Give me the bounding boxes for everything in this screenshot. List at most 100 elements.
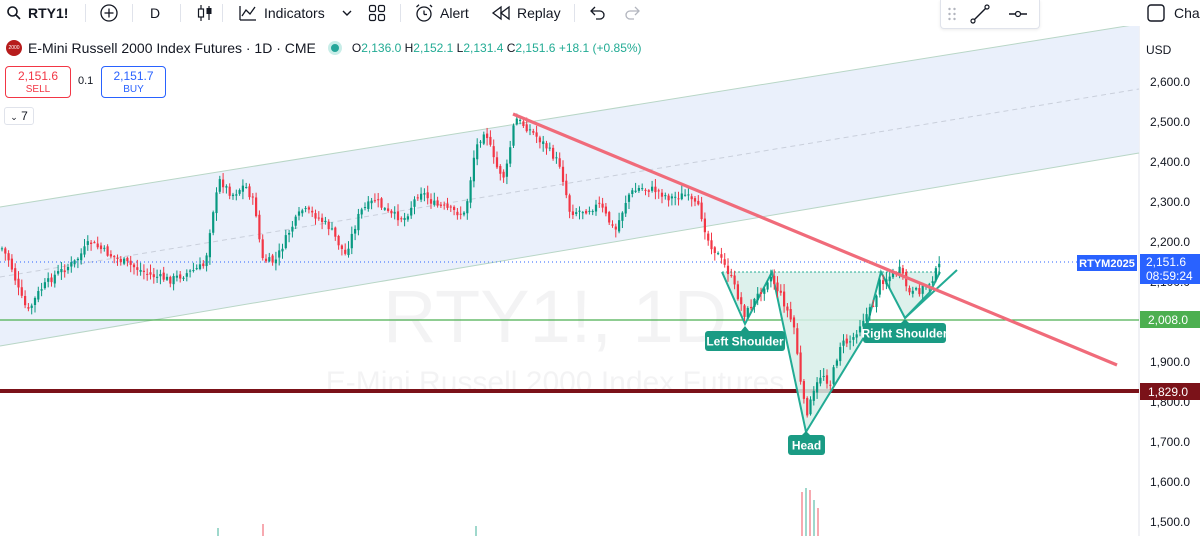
candle-body [228,186,231,196]
price-tick: 1,500.0 [1150,515,1190,529]
candle-body [291,226,294,232]
low-value: 2,131.4 [463,41,504,55]
candle-body [136,267,139,270]
candle-body [746,307,749,318]
candle-body [486,133,489,139]
candle-body [70,262,73,267]
price-chart[interactable]: RTY1!, 1D E-Mini Russell 2000 Index Futu… [0,26,1200,536]
close-value: 2,151.6 [515,41,556,55]
buy-label: BUY [123,84,144,95]
compare-symbol-button[interactable] [99,2,119,24]
candle-body [901,268,904,274]
candle-body [152,274,155,278]
candle-body [707,233,710,241]
candle-body [829,384,832,386]
candle-body [614,226,617,230]
indicators-collapse-toggle[interactable]: ⌄ 7 [4,107,34,125]
candle-body [769,276,772,282]
candle-body [845,338,848,344]
grid-layout-icon [368,4,386,22]
candle-body [690,196,693,200]
indicator-templates-button[interactable] [341,2,353,24]
candle-body [142,270,145,272]
candle-body [172,276,175,285]
price-tick: 2,400.0 [1150,155,1190,169]
candle-body [664,195,667,197]
chart-settings-button[interactable]: Cha [1146,2,1200,24]
buy-button[interactable]: 2,151.7 BUY [101,66,166,98]
ohlc-values: O2,136.0 H2,152.1 L2,131.4 C2,151.6 +18.… [351,41,642,55]
checkbox-icon [1147,4,1165,22]
candle-body [700,202,703,220]
candle-body [687,194,690,196]
candle-body [888,276,891,282]
candle-body [24,295,27,306]
candle-body [697,200,700,205]
candle-body [740,297,743,305]
indicators-button[interactable]: Indicators [238,2,325,24]
redo-button[interactable] [624,2,642,24]
alert-button[interactable]: Alert [414,2,469,24]
currency-label[interactable]: USD [1146,43,1172,57]
candle-body [631,190,634,194]
candle-body [525,124,528,132]
candle-body [789,309,792,320]
market-status-indicator[interactable] [327,41,342,55]
candle-body [915,288,918,290]
candle-body [14,268,17,281]
candle-body [680,193,683,200]
candle-body [674,196,677,198]
candle-body [519,119,522,121]
key-level-tag: 1,829.0 [1140,383,1200,400]
sell-button[interactable]: 2,151.6 SELL [5,66,71,98]
candle-body [796,328,799,354]
symbol-search-button[interactable]: RTY1! [6,2,68,24]
candle-body [766,282,769,290]
candle-body [80,253,83,261]
divider [574,4,575,22]
replay-label: Replay [517,5,561,21]
candle-body [363,207,367,209]
candle-body [773,275,776,285]
price-tick: 2,300.0 [1150,195,1190,209]
candle-body [581,212,584,214]
interval-button[interactable]: D [150,2,160,24]
support-level-tag: 2,008.0 [1140,311,1200,328]
candle-body [182,277,185,279]
replay-button[interactable]: Replay [491,2,561,24]
current-price-symbol: RTYM2025 [1079,258,1135,270]
symbol-title[interactable]: E-Mini Russell 2000 Index Futures · 1D ·… [28,40,316,56]
candle-body [548,147,551,149]
volume-bar [809,490,811,536]
candle-body [390,210,393,214]
candle-body [109,254,112,257]
candle-body [938,263,941,268]
candle-body [618,220,621,232]
candle-body [420,193,423,200]
horizontal-ray-tool-icon[interactable] [1007,3,1029,25]
candle-body [571,211,574,216]
candle-body [261,239,264,259]
candle-body [149,272,152,275]
candle-body [865,314,868,322]
price-tick: 1,900.0 [1150,355,1190,369]
layouts-button[interactable] [368,2,386,24]
price-tick: 1,700.0 [1150,435,1190,449]
candle-body [651,186,654,191]
candle-body [786,306,789,311]
candle-body [83,246,86,255]
candle-body [251,196,254,198]
candle-body [40,289,43,291]
trendline-tool-icon[interactable] [969,3,991,25]
undo-button[interactable] [588,2,606,24]
candle-body [855,334,858,338]
candle-body [304,208,307,210]
candle-body [522,121,525,126]
candle-body [885,279,888,285]
drag-handle-icon[interactable] [947,6,957,22]
candle-body [57,271,60,274]
indicators-count: 7 [21,109,28,123]
chart-type-button[interactable] [196,2,214,24]
candle-body [594,204,598,212]
candle-body [812,390,815,401]
